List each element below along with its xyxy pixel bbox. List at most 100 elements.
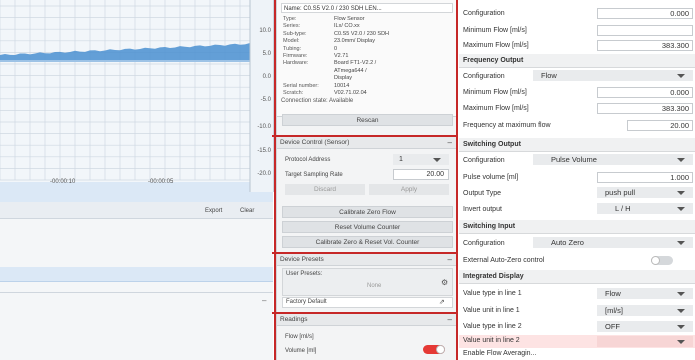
volume-toggle[interactable] [423,345,445,354]
discard-button[interactable]: Discard [285,184,365,195]
collapse-icon[interactable]: – [262,296,266,305]
enable-flow-averaging-label: Enable Flow Averagin... [463,350,537,357]
export-button[interactable]: Export [200,206,227,216]
value-type-1-label: Value type in line 1 [463,290,522,297]
freq-max-input[interactable]: 20.00 [627,120,693,131]
sampling-rate-label: Target Sampling Rate [285,172,343,178]
select-value: Flow [541,71,557,80]
info-label: Firmware: [283,53,308,59]
value-unit-1-select[interactable]: [ml/s] [597,305,693,316]
calibrate-zero-flow-button[interactable]: Calibrate Zero Flow [282,206,453,218]
info-value: 23.0mm/ Display [334,38,375,45]
configuration-label: Configuration [463,10,505,17]
sampling-rate-input[interactable]: 20.00 [393,169,449,180]
info-label: Hardware: [283,60,309,67]
max-flow-input[interactable]: 383.300 [597,40,693,51]
chevron-down-icon [677,74,685,78]
ext-auto-zero-label: External Auto-Zero control [463,257,545,264]
reading-label: Flow [ml/s] [285,334,314,340]
info-label: Series: [283,23,301,30]
reset-volume-counter-button[interactable]: Reset Volume Counter [282,221,453,233]
chevron-down-icon [677,158,685,162]
configuration-input[interactable]: 0.000 [597,8,693,19]
load-preset-icon[interactable]: ⇗ [439,298,445,306]
chevron-down-icon [433,158,441,162]
ext-auto-zero-toggle[interactable] [651,256,673,265]
info-label: Scratch: [283,90,304,96]
info-value: V2.71 [334,53,349,59]
calibrate-reset-button[interactable]: Calibrate Zero & Reset Vol. Counter [282,236,453,248]
pulse-volume-input[interactable]: 1.000 [597,172,693,183]
chevron-down-icon [677,292,685,296]
accent-divider [272,252,458,254]
info-label: Serial number: [283,82,319,89]
time-axis-band [0,182,250,192]
min-flow-label: Minimum Flow [ml/s] [463,27,527,34]
min-flow-input[interactable] [597,25,693,36]
section-title: Device Presets [280,256,324,263]
apply-button[interactable]: Apply [369,184,449,195]
protocol-address-select[interactable]: 1 [393,154,449,165]
factory-default-row[interactable]: Factory Default ⇗ [282,297,453,308]
freq-max-flow-input[interactable]: 383.300 [597,103,693,114]
select-value: Auto Zero [551,238,584,247]
invert-output-select[interactable]: L / H [597,203,693,214]
configuration-label: Configuration [463,240,505,247]
y-tick-label: -20.0 [257,171,271,177]
info-label: Tubing: [283,45,302,52]
signal-strip [0,267,273,282]
value-unit-1-label: Value unit in line 1 [463,307,520,314]
y-tick-label: -5.0 [260,97,271,103]
chevron-down-icon [677,241,685,245]
value-unit-2-select[interactable] [597,336,693,347]
section-title: Readings [280,316,308,323]
info-value: Display [334,75,353,82]
collapse-icon[interactable]: – [448,314,452,326]
toggle-knob [436,345,445,354]
min-flow-label: Minimum Flow [ml/s] [463,89,527,96]
chevron-down-icon [677,340,685,344]
clear-button[interactable]: Clear [235,206,259,216]
max-flow-label: Maximum Flow [ml/s] [463,42,529,49]
section-title: Switching Output [463,141,521,148]
accent-divider [456,0,458,360]
y-tick-label: -10.0 [257,124,271,130]
protocol-address-value: 1 [399,156,403,163]
info-value: V02.71.02.04 [334,90,367,96]
device-info: Name: C0.S5 V2.0 / 230 SDH LEN... Type: F… [277,0,457,117]
select-value: Flow [605,289,621,298]
output-type-select[interactable]: push pull [597,187,693,198]
y-tick-label: -15.0 [257,148,271,154]
select-value: push pull [605,188,636,197]
device-panel: Name: C0.S5 V2.0 / 230 SDH LEN... Type: F… [276,0,458,360]
y-tick-label: 5.0 [262,51,271,57]
value-type-2-select[interactable]: OFF [597,321,693,332]
output-type-label: Output Type [463,190,502,197]
freq-min-flow-input[interactable]: 0.000 [597,87,693,98]
value-type-1-select[interactable]: Flow [597,288,693,299]
info-value: 0 [334,45,338,52]
y-tick-label: 0.0 [262,74,271,80]
select-value: OFF [605,322,620,331]
info-value: Flow Sensor [334,16,365,22]
collapse-icon[interactable]: – [448,254,452,266]
switching-config-select[interactable]: Pulse Volume [533,154,693,165]
device-control-header[interactable]: Device Control (Sensor) – [277,137,457,149]
section-title: Frequency Output [463,57,524,64]
collapse-icon[interactable]: – [448,137,452,149]
user-presets-value[interactable]: None [367,283,381,289]
rescan-button[interactable]: Rescan [282,114,453,126]
readings-header[interactable]: Readings – [277,314,457,326]
device-presets-header[interactable]: Device Presets – [277,254,457,266]
configuration-label: Configuration [463,157,505,164]
settings-panel: Configuration 0.000 Minimum Flow [ml/s] … [459,0,695,360]
pulse-volume-label: Pulse volume [ml] [463,174,519,181]
x-tick-label: -00:00:05 [148,179,174,185]
chevron-down-icon [677,207,685,211]
frequency-output-header: Frequency Output [459,54,695,68]
freq-max-label: Frequency at maximum flow [463,122,551,129]
frequency-config-select[interactable]: Flow [533,70,693,81]
gear-icon[interactable]: ⚙ [441,278,448,287]
reading-label: Volume [ml] [285,348,317,354]
switching-input-config-select[interactable]: Auto Zero [533,237,693,248]
